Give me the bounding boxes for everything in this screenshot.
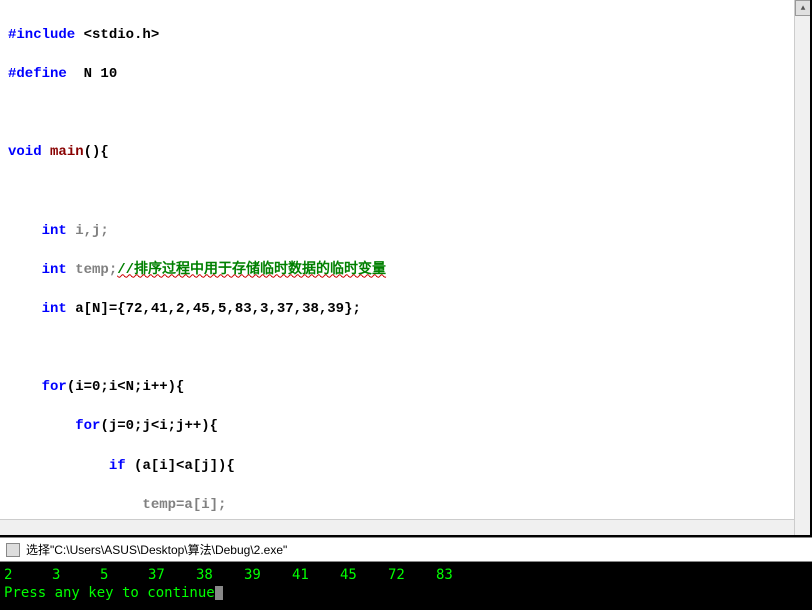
for-outer-cond: (i=0;i<N;i++){ <box>67 379 185 395</box>
header-name: <stdio.h> <box>75 27 159 43</box>
out-n4: 38 <box>196 566 244 584</box>
for-inner-cond: (j=0;j<i;j++){ <box>100 418 218 434</box>
console-output-line1: 23537383941457283 <box>4 566 808 584</box>
define-value: N 10 <box>67 66 117 82</box>
out-n1: 3 <box>52 566 100 584</box>
code-editor-panel: #include <stdio.h> #define N 10 void mai… <box>0 0 812 537</box>
indent <box>8 497 142 513</box>
out-n7: 45 <box>340 566 388 584</box>
editor-horizontal-scrollbar[interactable] <box>0 519 810 535</box>
editor-vertical-scrollbar[interactable]: ▲ <box>794 0 810 535</box>
kw-int: int <box>42 223 67 239</box>
console-output[interactable]: 23537383941457283 Press any key to conti… <box>0 562 812 610</box>
continue-msg: Press any key to continue <box>4 585 215 601</box>
console-cursor-icon <box>215 586 223 600</box>
swap-line1: temp=a[i]; <box>142 497 226 513</box>
kw-int: int <box>42 301 67 317</box>
preproc-define: #define <box>8 66 67 82</box>
out-n0: 2 <box>4 566 52 584</box>
main-open: (){ <box>84 144 109 160</box>
indent <box>8 418 75 434</box>
kw-for: for <box>75 418 100 434</box>
preproc-include: #include <box>8 27 75 43</box>
console-continue-line: Press any key to continue <box>4 584 808 602</box>
out-n5: 39 <box>244 566 292 584</box>
indent <box>8 301 42 317</box>
indent <box>8 223 42 239</box>
kw-if: if <box>109 458 126 474</box>
indent <box>8 262 42 278</box>
decl-temp: temp; <box>67 262 117 278</box>
decl-array: a[N]={72,41,2,45,5,83,3,37,38,39}; <box>67 301 361 317</box>
kw-void: void <box>8 144 42 160</box>
out-n3: 37 <box>148 566 196 584</box>
console-titlebar[interactable]: 选择"C:\Users\ASUS\Desktop\算法\Debug\2.exe" <box>0 537 812 562</box>
comment-temp: //排序过程中用于存储临时数据的临时变量 <box>117 262 386 278</box>
main-func: main <box>42 144 84 160</box>
out-n2: 5 <box>100 566 148 584</box>
console-title: 选择"C:\Users\ASUS\Desktop\算法\Debug\2.exe" <box>26 541 287 558</box>
console-window-icon <box>6 543 20 557</box>
if-cond: (a[i]<a[j]){ <box>126 458 235 474</box>
out-n8: 72 <box>388 566 436 584</box>
out-n9: 83 <box>436 566 484 584</box>
out-n6: 41 <box>292 566 340 584</box>
kw-for: for <box>42 379 67 395</box>
indent <box>8 458 109 474</box>
decl-ij: i,j; <box>67 223 109 239</box>
code-editor[interactable]: #include <stdio.h> #define N 10 void mai… <box>0 0 810 519</box>
indent <box>8 379 42 395</box>
kw-int: int <box>42 262 67 278</box>
scroll-up-arrow-icon[interactable]: ▲ <box>795 0 811 16</box>
